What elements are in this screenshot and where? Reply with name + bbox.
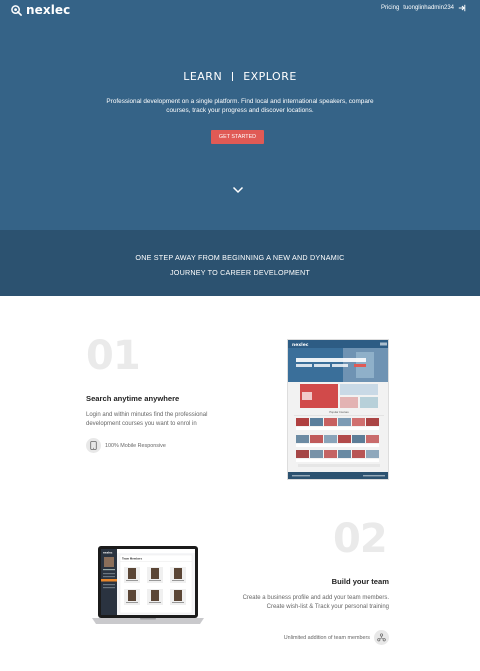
feature-description-2-line-2: Create wish-list & Track your personal t… (266, 604, 389, 610)
tagline-line-1: ONE STEP AWAY FROM BEGINNING A NEW AND D… (135, 253, 345, 262)
feature-number-2: 02 (333, 516, 388, 562)
app-heading-text: Team Members (122, 557, 143, 561)
site-logo-text: nexlec (292, 342, 309, 348)
laptop-image: nexlec Team Members (92, 546, 204, 624)
logout-icon[interactable] (458, 4, 466, 12)
laptop-app-mockup: nexlec Team Members (92, 544, 204, 628)
feature-number-1: 01 (86, 333, 141, 379)
chevron-down-icon[interactable] (232, 186, 244, 194)
hero-title-learn: LEARN (183, 70, 223, 83)
get-started-button[interactable]: GET STARTED (211, 130, 264, 144)
tagline-line-2: JOURNEY TO CAREER DEVELOPMENT (170, 268, 310, 277)
brand-logo-icon (11, 4, 22, 16)
nav-username-link[interactable]: tuonglinhadmin234 (403, 5, 454, 11)
top-nav: nexlec Pricing tuonglinhadmin234 (0, 0, 480, 18)
feature-badge-text-2: Unlimited addition of team members (283, 634, 370, 641)
feature-description-2: Create a business profile and add your t… (229, 594, 389, 612)
website-screenshot: nexlec Popular Courses (287, 339, 389, 480)
hero-title-divider (232, 72, 234, 81)
tagline-text: ONE STEP AWAY FROM BEGINNING A NEW AND D… (0, 250, 480, 280)
hero-title-explore: EXPLORE (243, 70, 297, 83)
hero-section: nexlec Pricing tuonglinhadmin234 LEARN EX… (0, 0, 480, 230)
feature-badge-2: Unlimited addition of team members (284, 630, 389, 645)
feature-title-2: Build your team (331, 577, 389, 586)
feature-title-1: Search anytime anywhere (86, 394, 180, 403)
website-screenshot-image: nexlec Popular Courses (288, 340, 388, 479)
nav-pricing-link[interactable]: Pricing (381, 5, 399, 11)
site-section-heading: Popular Courses (329, 410, 349, 414)
nav-right: Pricing tuonglinhadmin234 (381, 4, 466, 12)
tagline-band: ONE STEP AWAY FROM BEGINNING A NEW AND D… (0, 230, 480, 296)
hero-title: LEARN EXPLORE (0, 70, 480, 83)
feature-badge-text-1: 100% Mobile Responsive (105, 442, 166, 449)
hero-description: Professional development on a single pla… (106, 98, 374, 114)
feature-description-1: Login and within minutes find the profes… (86, 412, 208, 427)
app-logo-text: nexlec (103, 551, 113, 555)
mobile-phone-icon (86, 438, 101, 453)
brand-logo[interactable]: nexlec (11, 3, 70, 17)
team-network-icon (374, 630, 389, 645)
brand-name: nexlec (26, 3, 71, 17)
feature-description-2-line-1: Create a business profile and add your t… (242, 595, 389, 601)
feature-badge-1: 100% Mobile Responsive (86, 438, 166, 453)
